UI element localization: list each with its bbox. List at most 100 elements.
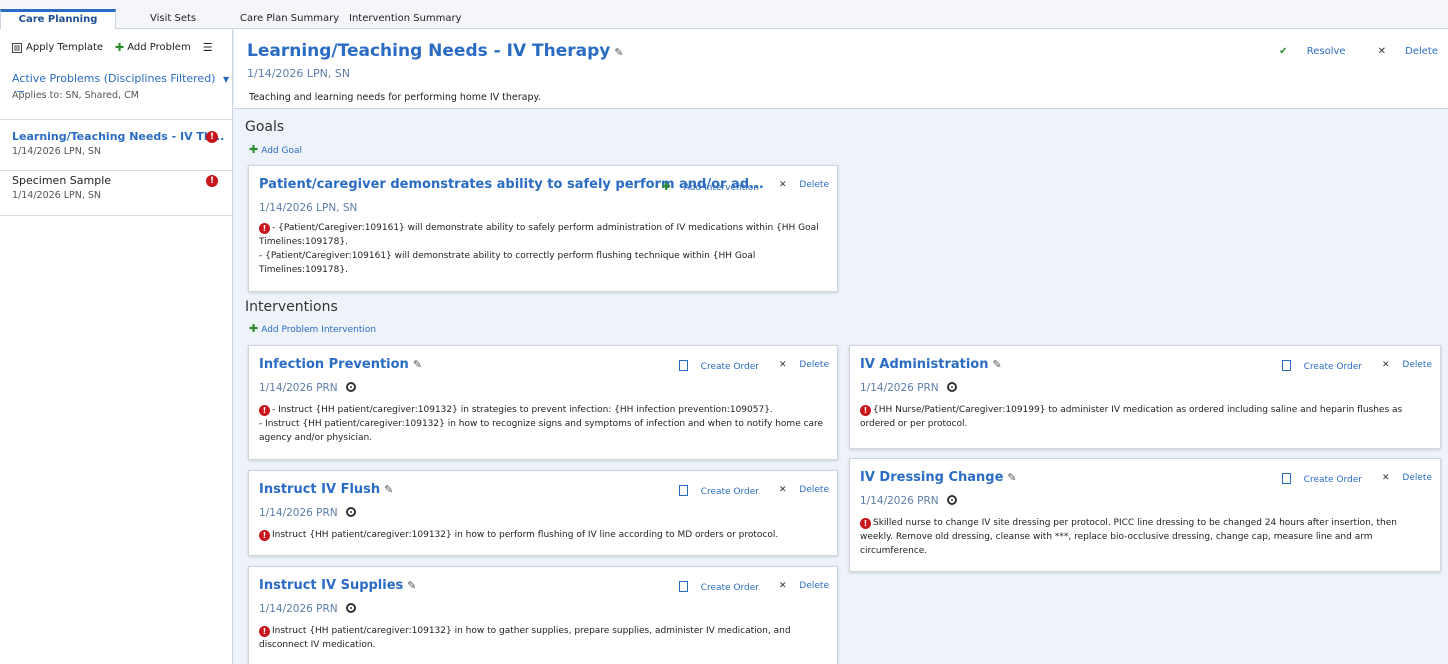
pencil-icon[interactable]: ✎ [993,358,1002,371]
intervention-line: Instruct {HH patient/caregiver:109132} i… [272,530,779,540]
add-problem-button[interactable]: ✚ Add Problem [115,41,191,54]
intervention-date: 1/14/2026 PRN [259,603,356,615]
delete-button[interactable]: ✕ Delete [1362,46,1438,57]
problem-item[interactable]: Specimen Sample 1/14/2026 LPN, SN ! [0,164,232,216]
delete-button[interactable]: ✕ Delete [769,180,829,193]
list-options-button[interactable]: ☰ [203,41,213,54]
delete-label: Delete [799,485,829,495]
intervention-actions: Create Order ✕ Delete [1262,473,1432,485]
intervention-title: IV Dressing Change ✎ [860,470,1017,485]
apply-template-button[interactable]: Apply Template [12,42,103,53]
create-order-label: Create Order [1303,362,1362,372]
problem-date-line: 1/14/2026 LPN, SN [247,67,351,80]
add-problem-intervention-link[interactable]: ✚ Add Problem Intervention [249,322,376,335]
order-icon [678,360,688,371]
tab-care-planning[interactable]: Care Planning [0,9,116,30]
problem-list-panel: Apply Template ✚ Add Problem ☰ Active Pr… [0,29,233,664]
header-actions: ✔ Resolve ✕ Delete [1247,46,1438,57]
plus-icon: ✚ [661,180,671,193]
resolve-label: Resolve [1306,46,1346,57]
intervention-actions: Create Order ✕ Delete [659,360,829,372]
problem-date: 1/14/2026 LPN, SN [12,146,102,157]
problem-header: Learning/Teaching Needs - IV Therapy ✎ 1/… [234,29,1448,109]
delete-button[interactable]: ✕ Delete [769,581,829,593]
intervention-title-text: Instruct IV Supplies [259,578,404,593]
goal-date: 1/14/2026 LPN, SN [259,202,358,214]
tab-visit-sets[interactable]: Visit Sets [150,10,196,29]
frequency-icon [345,382,356,392]
alert-icon: ! [259,626,270,637]
create-order-button[interactable]: Create Order [669,581,759,593]
list-icon: ☰ [202,41,213,54]
intervention-date-text: 1/14/2026 PRN [259,507,338,519]
pencil-icon[interactable]: ✎ [413,358,422,371]
frequency-icon [345,603,356,613]
intervention-title: Instruct IV Supplies ✎ [259,578,417,593]
intervention-title: Instruct IV Flush ✎ [259,482,393,497]
create-order-label: Create Order [1303,475,1362,485]
intervention-actions: Create Order ✕ Delete [1262,360,1432,372]
tab-care-plan-summary[interactable]: Care Plan Summary [240,10,339,29]
problem-title: Learning/Teaching Needs - IV Th... [12,130,225,143]
delete-button[interactable]: ✕ Delete [1372,360,1432,372]
pencil-icon[interactable]: ✎ [1007,471,1016,484]
close-icon: ✕ [779,180,787,190]
delete-button[interactable]: ✕ Delete [769,360,829,372]
plus-icon: ✚ [249,143,259,156]
intervention-card[interactable]: IV Dressing Change ✎ Create Order ✕ Delet… [849,458,1441,572]
delete-label: Delete [799,180,829,190]
add-problem-intervention-label: Add Problem Intervention [261,325,377,335]
order-icon [678,581,688,592]
close-icon: ✕ [779,485,787,495]
goal-actions: ✚ Add Intervention ✕ Delete [642,180,829,193]
chevron-down-icon: ▼ [222,75,230,84]
alert-icon: ! [860,518,871,529]
delete-label: Delete [799,581,829,591]
delete-button[interactable]: ✕ Delete [769,485,829,497]
plus-icon: ✚ [115,41,125,54]
template-icon [12,42,22,53]
pencil-icon[interactable]: ✎ [407,579,416,592]
alert-icon: ! [259,405,270,416]
intervention-title-text: Infection Prevention [259,357,409,372]
create-order-label: Create Order [700,362,759,372]
intervention-text: ! Instruct {HH patient/caregiver:109132} … [259,528,827,542]
tab-intervention-summary[interactable]: Intervention Summary [349,10,462,29]
close-icon: ✕ [779,360,787,370]
add-intervention-button[interactable]: ✚ Add Intervention [652,180,759,193]
resolve-button[interactable]: ✔ Resolve [1263,46,1345,57]
intervention-title-text: IV Administration [860,357,989,372]
intervention-card[interactable]: Instruct IV Supplies ✎ Create Order ✕ Del… [248,566,838,664]
frequency-icon [345,507,356,517]
frequency-icon [946,495,957,505]
intervention-line: {HH Nurse/Patient/Caregiver:109199} to a… [860,405,1403,429]
alert-icon: ! [860,405,871,416]
intervention-line: Instruct {HH patient/caregiver:109132} i… [259,626,791,650]
problem-date: 1/14/2026 LPN, SN [12,190,102,201]
problem-title: Specimen Sample [12,174,112,187]
intervention-text: ! {HH Nurse/Patient/Caregiver:109199} to … [860,403,1430,431]
create-order-button[interactable]: Create Order [1272,473,1362,485]
create-order-button[interactable]: Create Order [669,360,759,372]
frequency-icon [946,382,957,392]
add-goal-link[interactable]: ✚ Add Goal [249,143,302,156]
intervention-line: - Instruct {HH patient/caregiver:109132}… [272,405,773,415]
delete-button[interactable]: ✕ Delete [1372,473,1432,485]
intervention-card[interactable]: IV Administration ✎ Create Order ✕ Delete… [849,345,1441,449]
pencil-icon[interactable]: ✎ [384,483,393,496]
pencil-icon[interactable]: ✎ [614,46,623,59]
intervention-card[interactable]: Instruct IV Flush ✎ Create Order ✕ Delete… [248,470,838,556]
create-order-button[interactable]: Create Order [669,485,759,497]
add-problem-label: Add Problem [127,42,191,53]
intervention-date: 1/14/2026 PRN [860,495,957,507]
intervention-title-text: IV Dressing Change [860,470,1004,485]
intervention-card[interactable]: Infection Prevention ✎ Create Order ✕ Del… [248,345,838,460]
create-order-button[interactable]: Create Order [1272,360,1362,372]
problem-heading-text: Learning/Teaching Needs - IV Therapy [247,41,611,61]
close-icon: ✕ [1382,360,1390,370]
goal-card[interactable]: Patient/caregiver demonstrates ability t… [248,165,838,292]
intervention-title: IV Administration ✎ [860,357,1002,372]
problem-filter-label: Active Problems (Disciplines Filtered) [12,72,216,85]
create-order-label: Create Order [700,487,759,497]
applies-to-text: Applies to: SN, Shared, CM [12,90,139,101]
